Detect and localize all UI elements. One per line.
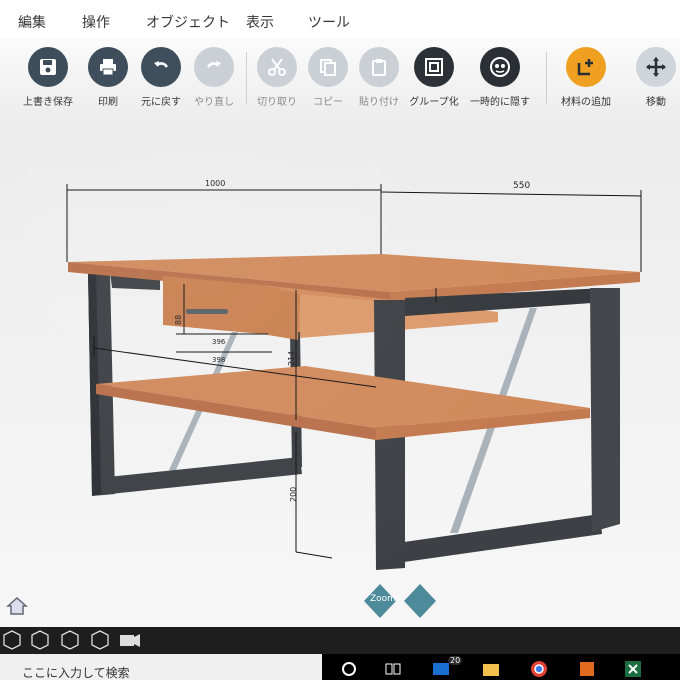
menu-edit[interactable]: 編集 bbox=[18, 12, 46, 32]
redo-button[interactable]: やり直し bbox=[184, 47, 244, 108]
move-label: 移動 bbox=[646, 97, 666, 108]
mail-icon[interactable] bbox=[432, 660, 450, 678]
add-material-label: 材料の追加 bbox=[561, 97, 611, 108]
file-explorer-icon[interactable] bbox=[482, 660, 500, 678]
dim-width: 1000 bbox=[205, 179, 225, 188]
dimension-lines bbox=[66, 184, 642, 559]
hide-icon bbox=[480, 47, 520, 87]
cut-icon bbox=[257, 47, 297, 87]
drawer-handle bbox=[186, 309, 228, 314]
add-material-button[interactable]: 材料の追加 bbox=[556, 47, 616, 108]
3d-viewport[interactable]: 1000 550 88 396 398 214 200 Zoom bbox=[0, 122, 680, 628]
shelf bbox=[96, 366, 590, 440]
redo-label: やり直し bbox=[194, 97, 234, 108]
screen: 編集 操作 オブジェクト 表示 ツール 上書き保存 印刷 元に戻す やり直し 切… bbox=[0, 0, 680, 680]
copy-icon bbox=[308, 47, 348, 87]
view-toolbar bbox=[0, 627, 680, 654]
save-icon bbox=[28, 47, 68, 87]
menu-operation[interactable]: 操作 bbox=[82, 12, 110, 32]
dim-drawer-width: 398 bbox=[212, 356, 225, 364]
mail-badge: 20 bbox=[448, 656, 463, 665]
add-material-icon bbox=[566, 47, 606, 87]
table-model: 1000 550 88 396 398 214 200 bbox=[66, 179, 642, 570]
print-icon bbox=[88, 47, 128, 87]
save-button[interactable]: 上書き保存 bbox=[18, 47, 78, 108]
redo-icon bbox=[194, 47, 234, 87]
save-label: 上書き保存 bbox=[23, 97, 73, 108]
print-button[interactable]: 印刷 bbox=[78, 47, 138, 108]
hide-temporarily-button[interactable]: 一時的に隠す bbox=[470, 47, 530, 108]
dim-shelf-height: 200 bbox=[289, 487, 298, 502]
view-cube-icons[interactable] bbox=[0, 627, 150, 654]
undo-button[interactable]: 元に戻す bbox=[131, 47, 191, 108]
paste-icon bbox=[359, 47, 399, 87]
windows-taskbar: ここに入力して検索 20 bbox=[0, 654, 680, 680]
app-icon[interactable] bbox=[578, 660, 596, 678]
menu-view[interactable]: 表示 bbox=[246, 12, 274, 32]
dim-depth: 550 bbox=[513, 181, 530, 191]
dim-shelf-gap: 214 bbox=[287, 351, 296, 366]
paste-button[interactable]: 貼り付け bbox=[349, 47, 409, 108]
search-box[interactable]: ここに入力して検索 bbox=[0, 654, 322, 680]
dim-drawer-inner: 396 bbox=[212, 338, 226, 346]
cortana-icon[interactable] bbox=[340, 660, 358, 678]
move-button[interactable]: 移動 bbox=[626, 47, 680, 108]
group-button[interactable]: グループ化 bbox=[404, 47, 464, 108]
toolbar-separator bbox=[546, 52, 547, 104]
zoom-label: Zoom bbox=[370, 594, 396, 604]
undo-icon bbox=[141, 47, 181, 87]
dim-drawer-height: 88 bbox=[174, 315, 183, 325]
paste-label: 貼り付け bbox=[359, 97, 399, 108]
menu-object[interactable]: オブジェクト bbox=[146, 12, 230, 32]
menu-tools[interactable]: ツール bbox=[308, 12, 350, 32]
menu-bar: 編集 操作 オブジェクト 表示 ツール bbox=[0, 0, 680, 40]
chrome-icon[interactable] bbox=[530, 660, 548, 678]
print-label: 印刷 bbox=[98, 97, 118, 108]
move-icon bbox=[636, 47, 676, 87]
search-placeholder: ここに入力して検索 bbox=[22, 666, 130, 680]
group-icon bbox=[414, 47, 454, 87]
excel-icon[interactable] bbox=[624, 660, 642, 678]
task-view-icon[interactable] bbox=[384, 660, 402, 678]
group-label: グループ化 bbox=[409, 97, 459, 108]
toolbar: 上書き保存 印刷 元に戻す やり直し 切り取り コピー 貼り付け グループ化 一… bbox=[0, 38, 680, 123]
hide-label: 一時的に隠す bbox=[470, 97, 530, 108]
home-icon bbox=[6, 596, 28, 615]
undo-label: 元に戻す bbox=[141, 97, 181, 108]
